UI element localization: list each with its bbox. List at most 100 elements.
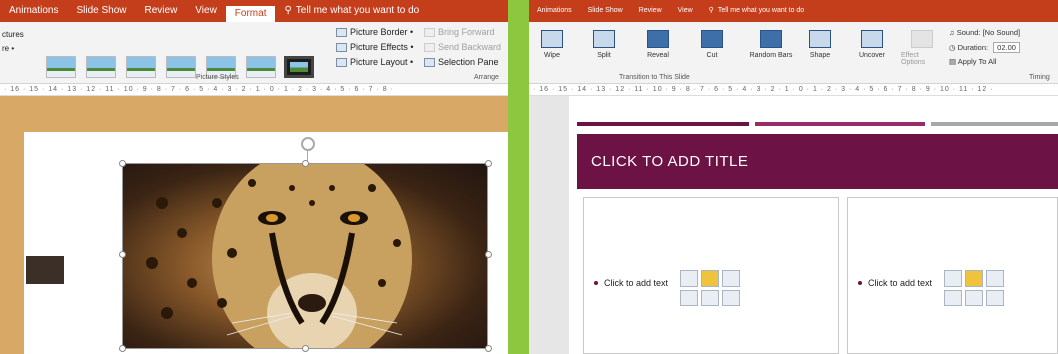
- resize-handle-bottom-left[interactable]: [119, 345, 126, 352]
- video-icon[interactable]: [986, 289, 1004, 306]
- effect-options-button[interactable]: Effect Options: [901, 30, 943, 66]
- shape-icon: [809, 30, 831, 48]
- partial-label-top: ctures: [2, 30, 24, 39]
- wipe-icon: [541, 30, 563, 48]
- rotate-handle-icon[interactable]: [301, 137, 315, 151]
- table-icon[interactable]: [680, 270, 698, 287]
- ribbon-tabs-right: Animations Slide Show Review View ⚲ Tell…: [529, 0, 1058, 22]
- chart-icon[interactable]: [965, 270, 983, 287]
- reveal-icon: [647, 30, 669, 48]
- transition-cut[interactable]: Cut: [689, 30, 735, 59]
- group-label-picture-styles: Picture Styles: [196, 74, 239, 81]
- ribbon-tabs: Animations Slide Show Review View Format…: [0, 0, 508, 22]
- content-placeholder-right[interactable]: Click to add text: [847, 197, 1058, 354]
- cut-icon: [701, 30, 723, 48]
- image-selection-frame: [122, 163, 488, 349]
- split-icon: [593, 30, 615, 48]
- ribbon-format: ctures re • Picture Border • Picture Eff…: [0, 22, 508, 84]
- apply-to-all-button[interactable]: ▤ Apply To All: [949, 57, 996, 66]
- transition-wipe[interactable]: Wipe: [529, 30, 575, 59]
- resize-handle-right[interactable]: [485, 251, 492, 258]
- online-picture-icon[interactable]: [965, 289, 983, 306]
- duration-input[interactable]: 02.00: [993, 42, 1020, 53]
- send-backward-button[interactable]: Send Backward: [424, 42, 501, 52]
- content-bullet-right: Click to add text: [858, 278, 932, 288]
- picture-effects-button[interactable]: Picture Effects •: [336, 42, 414, 52]
- insert-content-icons-right: [944, 270, 1004, 306]
- picture-border-button[interactable]: Picture Border •: [336, 27, 413, 37]
- online-picture-icon[interactable]: [701, 289, 719, 306]
- clock-icon: ◷: [949, 43, 956, 52]
- group-label-transition: Transition to This Slide: [619, 74, 690, 81]
- selection-pane-icon: [424, 57, 435, 67]
- tell-me-search-r[interactable]: ⚲ Tell me what you want to do: [701, 0, 813, 22]
- chart-icon[interactable]: [701, 270, 719, 287]
- tell-me-search[interactable]: ⚲ Tell me what you want to do: [275, 0, 428, 22]
- resize-handle-bottom[interactable]: [302, 345, 309, 352]
- smartart-icon[interactable]: [722, 270, 740, 287]
- bullet-icon: [594, 281, 598, 285]
- bring-forward-icon: [424, 27, 435, 37]
- transition-random-bars[interactable]: Random Bars: [743, 30, 799, 59]
- picture-style-6[interactable]: [246, 56, 276, 78]
- picture-icon[interactable]: [680, 289, 698, 306]
- effects-icon: [336, 42, 347, 52]
- tab-animations-r[interactable]: Animations: [529, 0, 580, 22]
- resize-handle-top-right[interactable]: [485, 160, 492, 167]
- accent-bar-3: [931, 122, 1058, 126]
- selection-pane-button[interactable]: Selection Pane: [424, 57, 499, 67]
- slide-tab-marker: [26, 256, 64, 284]
- ribbon-transitions: Wipe Split Reveal Cut Random Bars Shape …: [529, 22, 1058, 84]
- apply-all-icon: ▤: [949, 57, 957, 66]
- transition-uncover[interactable]: Uncover: [849, 30, 895, 59]
- picture-icon[interactable]: [944, 289, 962, 306]
- accent-bar-2: [755, 122, 925, 126]
- send-backward-icon: [424, 42, 435, 52]
- title-placeholder[interactable]: CLICK TO ADD TITLE: [577, 134, 1058, 189]
- tab-review-r[interactable]: Review: [631, 0, 670, 22]
- picture-layout-button[interactable]: Picture Layout •: [336, 57, 413, 67]
- picture-style-7[interactable]: [284, 56, 314, 78]
- lightbulb-icon: ⚲: [708, 7, 714, 14]
- resize-handle-bottom-right[interactable]: [485, 345, 492, 352]
- sound-icon: ♫: [949, 28, 955, 37]
- tab-view-r[interactable]: View: [670, 0, 701, 22]
- picture-format-window: Animations Slide Show Review View Format…: [0, 0, 508, 354]
- sound-dropdown[interactable]: ♫ Sound: [No Sound]: [949, 28, 1020, 37]
- title-placeholder-text: CLICK TO ADD TITLE: [591, 153, 749, 170]
- tab-animations[interactable]: Animations: [0, 0, 67, 22]
- resize-handle-top[interactable]: [302, 160, 309, 167]
- transition-split[interactable]: Split: [581, 30, 627, 59]
- video-icon[interactable]: [722, 289, 740, 306]
- bullet-icon: [858, 281, 862, 285]
- random-bars-icon: [760, 30, 782, 48]
- resize-handle-top-left[interactable]: [119, 160, 126, 167]
- tab-slide-show-r[interactable]: Slide Show: [580, 0, 631, 22]
- tab-slide-show[interactable]: Slide Show: [67, 0, 135, 22]
- partial-label-mid: re •: [2, 44, 15, 53]
- content-bullet-left: Click to add text: [594, 278, 668, 288]
- bring-forward-button[interactable]: Bring Forward: [424, 27, 495, 37]
- group-label-arrange: Arrange: [474, 74, 499, 81]
- picture-style-3[interactable]: [126, 56, 156, 78]
- transition-shape[interactable]: Shape: [797, 30, 843, 59]
- horizontal-ruler: · 16 · 15 · 14 · 13 · 12 · 11 · 10 · 9 ·…: [0, 84, 508, 96]
- picture-style-4[interactable]: [166, 56, 196, 78]
- border-icon: [336, 27, 347, 37]
- insert-content-icons-left: [680, 270, 740, 306]
- duration-field[interactable]: ◷ Duration: 02.00: [949, 42, 1020, 53]
- table-icon[interactable]: [944, 270, 962, 287]
- content-placeholder-left[interactable]: Click to add text: [583, 197, 839, 354]
- uncover-icon: [861, 30, 883, 48]
- tab-format[interactable]: Format: [225, 6, 276, 22]
- resize-handle-left[interactable]: [119, 251, 126, 258]
- tab-view[interactable]: View: [186, 0, 226, 22]
- picture-style-2[interactable]: [86, 56, 116, 78]
- slide-canvas-right: CLICK TO ADD TITLE Click to add text Cli…: [529, 96, 1058, 354]
- lightbulb-icon: ⚲: [284, 5, 292, 16]
- transition-reveal[interactable]: Reveal: [635, 30, 681, 59]
- tab-review[interactable]: Review: [136, 0, 187, 22]
- picture-style-1[interactable]: [46, 56, 76, 78]
- smartart-icon[interactable]: [986, 270, 1004, 287]
- effect-options-icon: [911, 30, 933, 48]
